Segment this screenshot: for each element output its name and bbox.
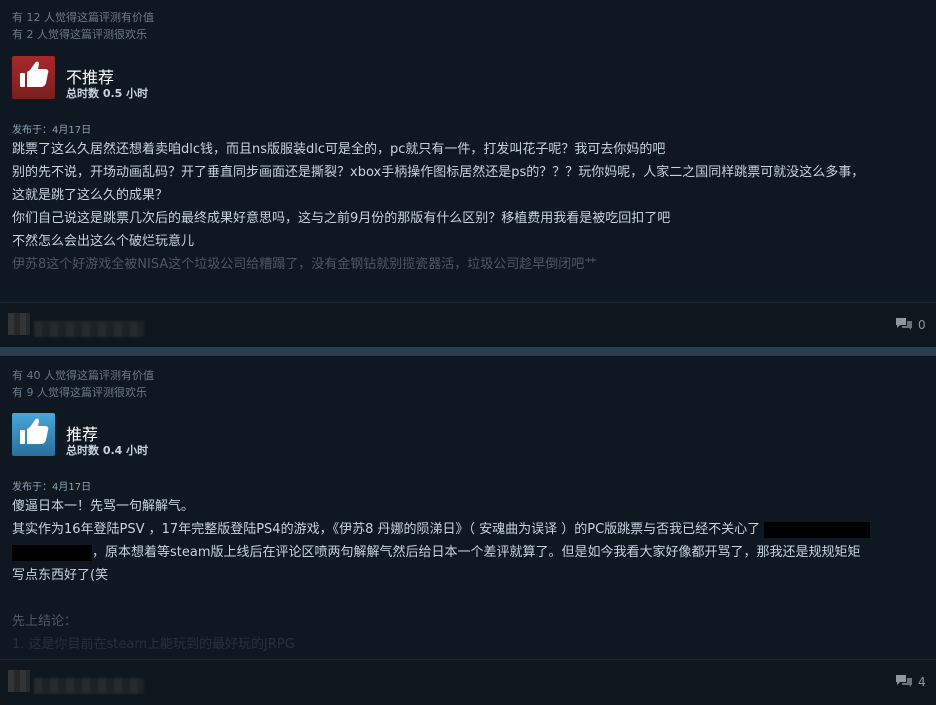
review-line: 这就是跳了这么久的成果？ — [12, 188, 169, 203]
reviews-page: 有 12 人觉得这篇评测有价值 有 2 人觉得这篇评测很欢乐 不推荐 总时数 0… — [0, 0, 936, 705]
helpful-count: 有 12 人觉得这篇评测有价值 — [12, 11, 154, 24]
comment-icon[interactable] — [895, 674, 913, 688]
review-text: ，原本想着等steam版上线后在评论区喷两句解解气然后给日本一个差评就算了。但是… — [92, 545, 861, 560]
review-footer: 4 — [0, 659, 936, 705]
author-name-redacted[interactable] — [34, 321, 144, 337]
avatar[interactable] — [8, 313, 30, 335]
funny-count: 有 2 人觉得这篇评测很欢乐 — [12, 28, 147, 41]
funny-count: 有 9 人觉得这篇评测很欢乐 — [12, 386, 147, 399]
review-line-faded: 伊苏8这个好游戏全被NISA这个垃圾公司给糟蹋了，没有金钢钻就别揽瓷器活，垃圾公… — [12, 257, 598, 272]
review-line-faded: 先上结论： — [12, 614, 78, 629]
review-card: 有 12 人觉得这篇评测有价值 有 2 人觉得这篇评测很欢乐 不推荐 总时数 0… — [0, 0, 936, 347]
review-line: 别的先不说，开场动画乱码？开了垂直同步画面还是撕裂？xbox手柄操作图标居然还是… — [12, 165, 865, 180]
review-line: 不然怎么会出这么个破烂玩意儿 — [12, 234, 195, 249]
review-line: 其实作为16年登陆PSV ，17年完整版登陆PS4的游戏，《伊苏8 丹娜的陨涕日… — [12, 518, 924, 541]
thumbs-down-icon[interactable] — [12, 56, 55, 99]
review-hours: 总时数 0.4 小时 — [66, 444, 149, 457]
review-footer: 0 — [0, 302, 936, 347]
comment-icon[interactable] — [895, 317, 913, 331]
helpful-count: 有 40 人觉得这篇评测有价值 — [12, 369, 154, 382]
review-card: 有 40 人觉得这篇评测有价值 有 9 人觉得这篇评测很欢乐 推荐 总时数 0.… — [0, 357, 936, 705]
review-spacer — [12, 587, 924, 610]
comment-count[interactable]: 4 — [918, 675, 926, 689]
review-line: 你们自己说这是跳票几次后的最终成果好意思吗，这与之前9月份的那版有什么区别？移植… — [12, 211, 671, 226]
review-body: 跳票了这么久居然还想着卖咱dlc钱，而且ns版服装dlc可是全的，pc就只有一件… — [12, 138, 924, 276]
review-line-faded: 1. 这是你目前在steam上能玩到的最好玩的JRPG — [12, 637, 295, 652]
redacted-block — [12, 544, 92, 561]
thumbs-up-icon[interactable] — [12, 413, 55, 456]
review-date: 发布于：4月17日 — [12, 125, 92, 136]
review-line: ，原本想着等steam版上线后在评论区喷两句解解气然后给日本一个差评就算了。但是… — [12, 541, 924, 564]
review-text: 其实作为16年登陆PSV ，17年完整版登陆PS4的游戏，《伊苏8 丹娜的陨涕日… — [12, 522, 761, 537]
redacted-block — [764, 521, 871, 538]
review-line: 写点东西好了(笑 — [12, 568, 109, 583]
review-body: 傻逼日本一！先骂一句解解气。 其实作为16年登陆PSV ，17年完整版登陆PS4… — [12, 495, 924, 656]
author-name-redacted[interactable] — [34, 678, 144, 694]
review-line: 跳票了这么久居然还想着卖咱dlc钱，而且ns版服装dlc可是全的，pc就只有一件… — [12, 142, 666, 157]
review-line: 傻逼日本一！先骂一句解解气。 — [12, 499, 195, 514]
avatar[interactable] — [8, 670, 30, 692]
comment-count[interactable]: 0 — [918, 318, 926, 332]
review-date: 发布于：4月17日 — [12, 482, 92, 493]
review-hours: 总时数 0.5 小时 — [66, 87, 149, 100]
